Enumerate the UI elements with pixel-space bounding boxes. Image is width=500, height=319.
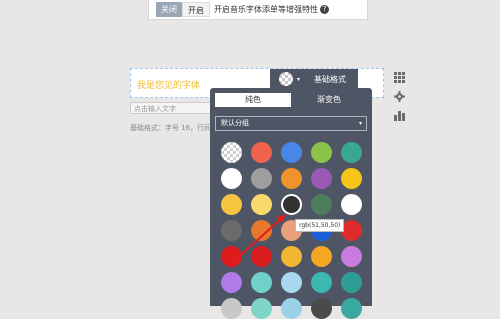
color-swatch[interactable] <box>251 142 272 163</box>
chevron-down-icon[interactable]: ▾ <box>297 76 300 83</box>
color-swatch[interactable] <box>341 272 362 293</box>
color-swatch[interactable] <box>311 194 332 215</box>
color-swatch[interactable] <box>311 272 332 293</box>
chart-icon[interactable] <box>394 110 405 121</box>
color-swatch[interactable] <box>221 220 242 241</box>
tab-solid[interactable]: 纯色 <box>215 93 291 107</box>
color-swatch[interactable] <box>251 298 272 319</box>
color-swatch[interactable] <box>311 142 332 163</box>
color-swatch[interactable] <box>341 194 362 215</box>
color-swatch[interactable] <box>221 272 242 293</box>
color-swatch[interactable] <box>341 246 362 267</box>
side-toolbar <box>394 72 406 129</box>
base-style-button[interactable]: 基础格式 <box>314 74 346 85</box>
color-tabs: 纯色 渐变色 <box>215 93 367 107</box>
color-swatch[interactable] <box>281 142 302 163</box>
format-meta: 基础格式：字号 16，行间距 <box>130 124 219 132</box>
tab-gradient[interactable]: 渐变色 <box>291 93 367 107</box>
color-swatch[interactable] <box>251 168 272 189</box>
close-button[interactable]: 关闭 <box>156 2 182 17</box>
editor-text[interactable]: 我是您见的字体 <box>137 78 200 91</box>
color-swatch[interactable] <box>221 246 242 267</box>
color-swatch[interactable] <box>311 298 332 319</box>
color-swatch[interactable] <box>221 142 242 163</box>
enhance-description: 开启音乐字体添单等增强特性 <box>214 5 318 14</box>
color-swatch[interactable] <box>251 272 272 293</box>
color-swatch[interactable] <box>311 168 332 189</box>
color-swatch[interactable] <box>281 272 302 293</box>
group-select-value: 默认分组 <box>221 119 249 127</box>
color-swatch[interactable] <box>281 194 302 215</box>
color-swatch[interactable] <box>341 142 362 163</box>
color-swatch[interactable] <box>341 298 362 319</box>
open-button[interactable]: 开启 <box>182 2 210 17</box>
color-swatch[interactable] <box>251 220 272 241</box>
color-swatch[interactable] <box>251 246 272 267</box>
color-swatch[interactable] <box>281 246 302 267</box>
color-swatch[interactable] <box>251 194 272 215</box>
color-swatch[interactable] <box>221 168 242 189</box>
color-swatch[interactable] <box>221 194 242 215</box>
grid-icon[interactable] <box>394 72 405 83</box>
help-icon[interactable]: ? <box>320 5 329 14</box>
enhance-toggle-bar: 关闭 开启 开启音乐字体添单等增强特性 ? <box>148 0 368 20</box>
color-tooltip: rgb(51,50,50) <box>295 219 345 232</box>
color-swatch[interactable] <box>221 298 242 319</box>
color-swatch[interactable] <box>281 298 302 319</box>
color-swatch[interactable] <box>341 168 362 189</box>
group-select[interactable]: 默认分组 ▾ <box>215 116 367 131</box>
color-picker-button[interactable] <box>279 72 293 86</box>
color-panel: 纯色 渐变色 默认分组 ▾ <box>210 88 372 319</box>
chevron-down-icon: ▾ <box>358 120 362 127</box>
color-swatch[interactable] <box>281 168 302 189</box>
settings-icon[interactable] <box>394 91 405 102</box>
color-swatch[interactable] <box>311 246 332 267</box>
style-toolbar: ▾ 基础格式 <box>270 69 358 89</box>
